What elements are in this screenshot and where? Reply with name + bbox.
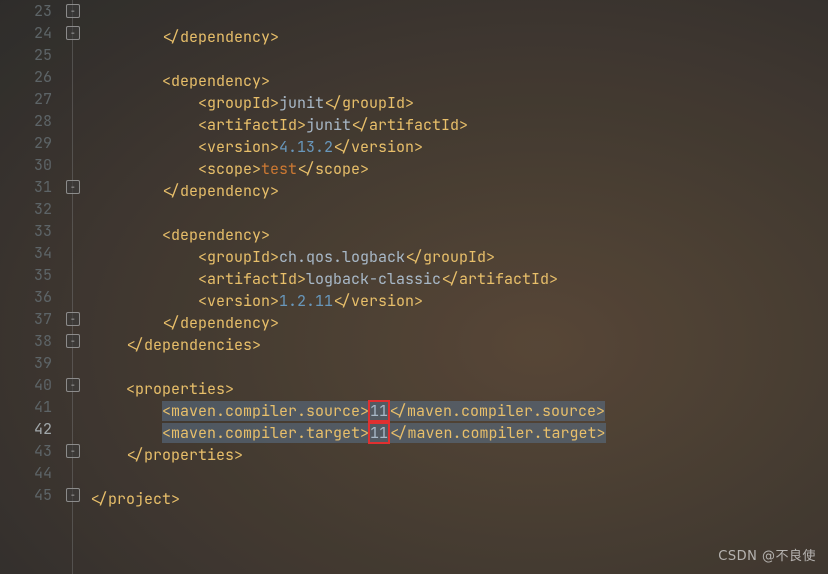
line-number: 31 [0, 176, 52, 198]
code-line[interactable]: <groupId>ch.qos.logback</groupId> [90, 246, 828, 268]
line-number: 23 [0, 0, 52, 22]
code-line[interactable] [90, 356, 828, 378]
line-number: 25 [0, 44, 52, 66]
code-line[interactable] [90, 48, 828, 70]
fold-row: − [62, 176, 84, 198]
fold-row: − [62, 308, 84, 330]
fold-row [62, 220, 84, 242]
fold-row [62, 66, 84, 88]
fold-toggle-icon[interactable]: − [66, 4, 80, 18]
line-number: 45 [0, 484, 52, 506]
code-line[interactable]: <maven.compiler.target>11</maven.compile… [90, 422, 828, 444]
line-number: 44 [0, 462, 52, 484]
line-number: 28 [0, 110, 52, 132]
fold-row [62, 352, 84, 374]
code-line[interactable] [90, 202, 828, 224]
fold-toggle-icon[interactable]: − [66, 180, 80, 194]
code-line[interactable]: </properties> [90, 444, 828, 466]
fold-row: − [62, 0, 84, 22]
watermark: CSDN @不良使 [718, 545, 816, 564]
line-number: 24 [0, 22, 52, 44]
line-number: 34 [0, 242, 52, 264]
line-number: 30 [0, 154, 52, 176]
fold-row [62, 132, 84, 154]
line-number: 32 [0, 198, 52, 220]
code-line[interactable]: <dependency> [90, 70, 828, 92]
fold-toggle-icon[interactable]: − [66, 378, 80, 392]
fold-row [62, 286, 84, 308]
code-line[interactable]: </dependencies> [90, 334, 828, 356]
code-line[interactable]: <artifactId>junit</artifactId> [90, 114, 828, 136]
code-line[interactable]: </dependency> [90, 180, 828, 202]
line-number: 37 [0, 308, 52, 330]
fold-toggle-icon[interactable]: − [66, 334, 80, 348]
code-line[interactable]: <properties> [90, 378, 828, 400]
line-number: 38 [0, 330, 52, 352]
code-line[interactable] [90, 466, 828, 488]
code-line[interactable]: </dependency> [90, 312, 828, 334]
code-area[interactable]: </dependency> <dependency> <groupId>juni… [84, 0, 828, 574]
fold-row: − [62, 484, 84, 506]
line-number: 41 [0, 396, 52, 418]
code-line[interactable]: <dependency> [90, 224, 828, 246]
fold-row [62, 154, 84, 176]
fold-row: − [62, 330, 84, 352]
fold-row [62, 418, 84, 440]
code-line[interactable]: <maven.compiler.source>11</maven.compile… [90, 400, 828, 422]
fold-row: − [62, 374, 84, 396]
fold-row [62, 198, 84, 220]
fold-row [62, 264, 84, 286]
line-number: 39 [0, 352, 52, 374]
code-line[interactable]: <groupId>junit</groupId> [90, 92, 828, 114]
fold-row [62, 396, 84, 418]
line-number: 33 [0, 220, 52, 242]
fold-row [62, 462, 84, 484]
line-number: 26 [0, 66, 52, 88]
code-line[interactable] [90, 4, 828, 26]
code-editor[interactable]: 2324252627282930313233343536373839404142… [0, 0, 828, 574]
line-number: 27 [0, 88, 52, 110]
code-line[interactable]: <scope>test</scope> [90, 158, 828, 180]
code-line[interactable]: </project> [90, 488, 828, 510]
code-line[interactable]: <artifactId>logback-classic</artifactId> [90, 268, 828, 290]
fold-toggle-icon[interactable]: − [66, 444, 80, 458]
fold-column: − − − − − − − − [62, 0, 84, 574]
fold-row: − [62, 440, 84, 462]
fold-row [62, 44, 84, 66]
code-line[interactable]: <version>4.13.2</version> [90, 136, 828, 158]
line-number-gutter: 2324252627282930313233343536373839404142… [0, 0, 62, 574]
line-number: 42 [0, 418, 52, 440]
line-number: 29 [0, 132, 52, 154]
fold-row [62, 110, 84, 132]
fold-row: − [62, 22, 84, 44]
fold-toggle-icon[interactable]: − [66, 312, 80, 326]
line-number: 35 [0, 264, 52, 286]
code-line[interactable]: </dependency> [90, 26, 828, 48]
line-number: 43 [0, 440, 52, 462]
line-number: 36 [0, 286, 52, 308]
fold-row [62, 88, 84, 110]
code-line[interactable]: <version>1.2.11</version> [90, 290, 828, 312]
fold-toggle-icon[interactable]: − [66, 488, 80, 502]
fold-toggle-icon[interactable]: − [66, 26, 80, 40]
fold-row [62, 242, 84, 264]
line-number: 40 [0, 374, 52, 396]
